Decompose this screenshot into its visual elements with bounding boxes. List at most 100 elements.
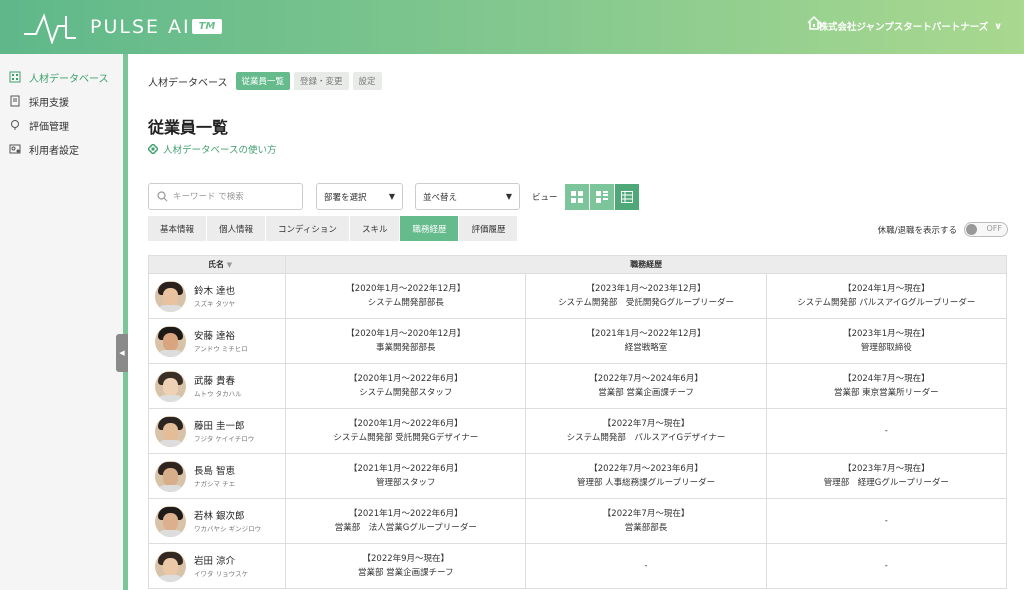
career-period: 【2022年7月〜現在】 [602,419,690,429]
table-row[interactable]: 武藤 貴春 ムトウ タカハル 【2020年1月〜2022年6月】 システム開発部… [147,363,1008,409]
employee-name[interactable]: 若林 銀次郎 [194,510,261,523]
tab-career[interactable]: 職務経歴 [400,216,460,241]
search-box[interactable] [148,183,303,210]
avatar [155,505,186,537]
card-view-button[interactable] [590,184,615,210]
tab-employee-list[interactable]: 従業員一覧 [235,72,291,90]
sidebar-item-recruiting[interactable]: 採用支援 [0,89,123,113]
award-icon [11,120,19,130]
tab-condition[interactable]: コンディション [266,216,350,241]
employee-name[interactable]: 長島 智恵 [194,465,235,478]
sidebar-collapse-button[interactable]: ◀ [116,334,128,372]
table-row[interactable]: 鈴木 達也 スズキ タツヤ 【2020年1月〜2022年12月】 システム開発部… [147,273,1008,319]
chevron-down-icon: ∨ [994,20,1002,32]
name-cell: 藤田 圭一郎 フジタ ケイイチロウ [147,408,287,454]
career-cell: 【2021年1月〜2022年12月】 経営戦略室 [525,318,767,364]
avatar [155,460,186,492]
name-column-header[interactable]: 氏名 ▼ [147,255,287,274]
employee-name-text: 安藤 達裕 アンドウ ミチヒロ [194,330,248,353]
career-role: システム開発部スタッフ [359,388,453,398]
career-period: 【2021年1月〜2022年6月】 [348,464,463,474]
employee-name[interactable]: 鈴木 達也 [194,285,235,298]
career-period: 【2020年1月〜2022年12月】 [346,284,466,294]
help-link-label: 人材データベースの使い方 [163,145,277,156]
department-select[interactable]: 部署を選択 ▼ [316,183,403,210]
career-role: 管理部取締役 [860,343,912,353]
table-row[interactable]: 長島 智恵 ナガシマ チエ 【2021年1月〜2022年6月】 管理部スタッフ … [147,453,1008,499]
career-role: 営業部 営業企画課チーフ [357,568,454,578]
career-cell: 【2023年1月〜2023年12月】 システム開発部 受託開発Gグループリーダー [525,273,767,319]
name-cell: 岩田 涼介 イワタ リョウスケ [147,543,287,589]
caret-down-icon: ▼ [505,192,512,201]
tab-personal-info[interactable]: 個人情報 [207,216,267,241]
employee-name[interactable]: 安藤 達裕 [194,330,248,343]
career-cell: - [765,498,1008,544]
career-period: 【2022年7月〜2023年6月】 [589,464,703,474]
career-cell: 【2020年1月〜2020年12月】 事業開発部部長 [285,318,527,364]
employee-kana: スズキ タツヤ [194,299,236,308]
employee-name-text: 若林 銀次郎 ワカバヤシ ギンジロウ [194,510,261,533]
employee-name[interactable]: 藤田 圭一郎 [194,420,254,433]
tab-register-edit[interactable]: 登録・変更 [294,72,349,90]
tab-evaluation-history[interactable]: 評価履歴 [459,216,519,241]
career-role: システム開発部 パルスアイGグループリーダー [797,298,976,308]
retired-toggle[interactable]: OFF [964,222,1008,237]
career-period: 【2020年1月〜2020年12月】 [346,329,466,339]
tab-settings[interactable]: 設定 [352,72,382,90]
table-row[interactable]: 岩田 涼介 イワタ リョウスケ 【2022年9月〜現在】 営業部 営業企画課チー… [147,543,1008,589]
career-cell: 【2020年1月〜2022年6月】 システム開発部 受託開発Gデザイナー [285,408,527,454]
career-period: 【2020年1月〜2022年6月】 [348,419,463,429]
employee-name[interactable]: 岩田 涼介 [194,555,248,568]
sort-caret-icon: ▼ [226,261,233,269]
employee-name-block: 長島 智恵 ナガシマ チエ [155,460,285,492]
sort-select[interactable]: 並べ替え ▼ [415,183,520,210]
career-cell: 【2022年7月〜現在】 システム開発部 パルスアイGデザイナー [525,408,767,454]
career-role: システム開発部 パルスアイGデザイナー [566,433,726,443]
tab-basic-info[interactable]: 基本情報 [148,216,208,241]
company-menu[interactable]: 株式会社ジャンプスタートパートナーズ ∨ [819,19,1002,34]
employee-name-text: 岩田 涼介 イワタ リョウスケ [194,555,248,578]
table-view-button[interactable] [615,184,640,210]
sidebar-item-evaluation[interactable]: 評価管理 [0,113,123,137]
view-switcher [565,184,640,210]
career-role: - [644,561,648,571]
sidebar-item-database[interactable]: 人材データベース [0,65,123,89]
toggle-state: OFF [986,224,1003,233]
pulse-logo-icon [24,13,76,44]
career-period: 【2023年7月〜現在】 [843,464,930,474]
career-period: 【2021年1月〜2022年6月】 [348,509,463,519]
career-cell: 【2022年7月〜2023年6月】 管理部 人事総務課グループリーダー [525,453,767,499]
employee-name-text: 藤田 圭一郎 フジタ ケイイチロウ [194,420,254,443]
retired-toggle-label: 休職/退職を表示する [877,225,957,236]
employee-kana: ムトウ タカハル [194,389,242,398]
help-link[interactable]: 人材データベースの使い方 [148,142,277,156]
career-role: - [884,561,888,571]
employee-kana: ナガシマ チエ [194,479,236,488]
employee-name[interactable]: 武藤 貴春 [194,375,242,388]
page-title: 従業員一覧 [148,118,229,137]
document-icon [10,95,20,107]
career-cell: 【2023年7月〜現在】 管理部 経理Gグループリーダー [765,453,1008,499]
career-role: - [884,426,888,436]
career-role: 営業部 営業企画課チーフ [598,388,694,398]
career-cell: 【2020年1月〜2022年6月】 システム開発部スタッフ [285,363,527,409]
career-cell: 【2024年1月〜現在】 システム開発部 パルスアイGグループリーダー [765,273,1008,319]
employee-table: 氏名 ▼ 職務経歴 鈴木 達也 スズキ タツヤ 【2020年1月〜2022年12… [147,255,1008,589]
employee-kana: アンドウ ミチヒロ [194,344,248,353]
career-column-header: 職務経歴 [285,255,1007,274]
table-row[interactable]: 藤田 圭一郎 フジタ ケイイチロウ 【2020年1月〜2022年6月】 システム… [147,408,1008,454]
sidebar-item-user-settings[interactable]: 利用者設定 [0,137,123,161]
app-header: PULSE AI TM 株式会社ジャンプスタートパートナーズ ∨ [0,0,1024,54]
career-role: 営業部部長 [624,523,668,533]
table-row[interactable]: 若林 銀次郎 ワカバヤシ ギンジロウ 【2021年1月〜2022年6月】 営業部… [147,498,1008,544]
search-input[interactable] [173,191,293,202]
grid-view-button[interactable] [565,184,590,210]
employee-name-text: 武藤 貴春 ムトウ タカハル [194,375,242,398]
table-row[interactable]: 安藤 達裕 アンドウ ミチヒロ 【2020年1月〜2020年12月】 事業開発部… [147,318,1008,364]
career-role: 経営戦略室 [624,343,668,353]
sidebar-item-label: 人材データベース [29,73,109,85]
tab-skill[interactable]: スキル [349,216,401,241]
search-icon [157,191,168,202]
career-role: 事業開発部部長 [376,343,436,353]
employee-name-block: 若林 銀次郎 ワカバヤシ ギンジロウ [155,505,285,537]
